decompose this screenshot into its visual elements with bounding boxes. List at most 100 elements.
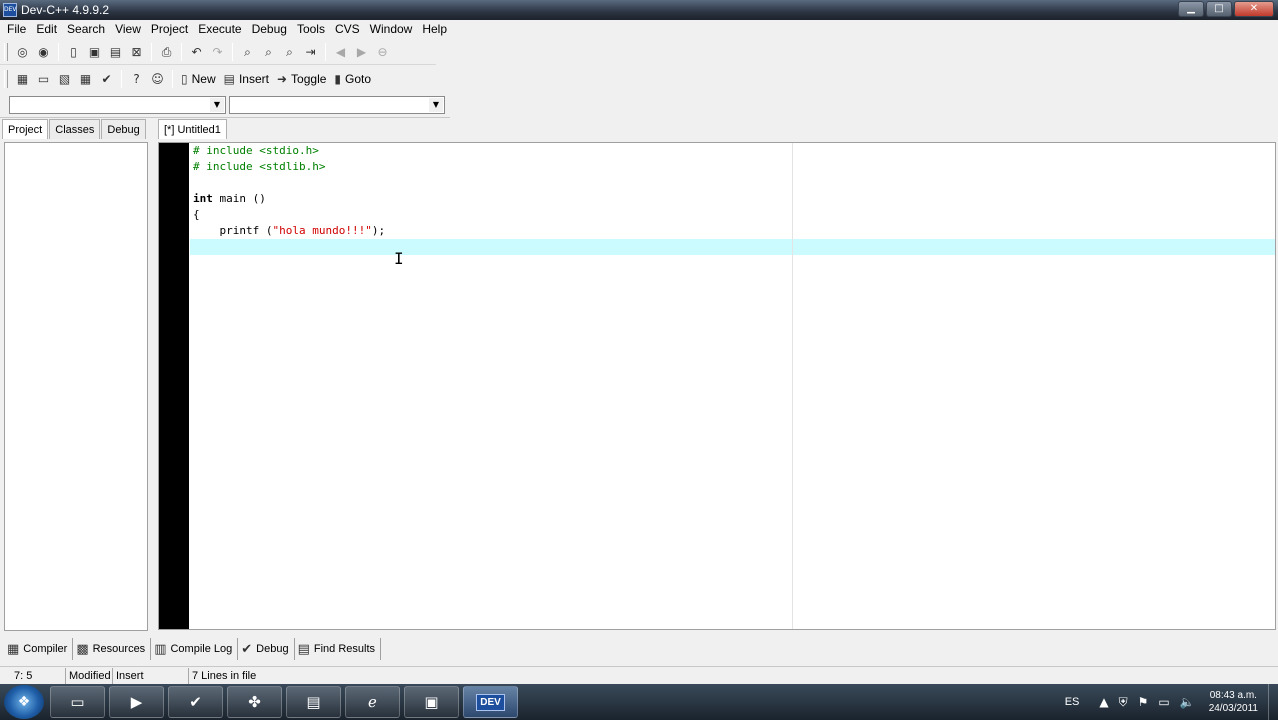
start-button[interactable]: ❖	[4, 685, 44, 719]
find-next-icon[interactable]: ⌕	[279, 42, 300, 63]
chart-icon: ▤	[306, 693, 321, 711]
line-count: 7 Lines in file	[192, 669, 257, 682]
chevron-down-icon[interactable]: ▼	[429, 98, 443, 112]
goto-button[interactable]: ▮ Goto	[330, 68, 375, 89]
chevron-down-icon[interactable]: ▼	[210, 98, 224, 112]
preprocessor-directive: # include <stdio.h>	[193, 144, 319, 157]
taskbar-explorer[interactable]: ▭	[50, 686, 105, 718]
network-icon[interactable]: ▭	[1158, 695, 1169, 709]
tab-compiler-label: Compiler	[23, 643, 68, 655]
save-icon[interactable]: ▣	[84, 42, 105, 63]
run-icon[interactable]: ▭	[33, 68, 54, 89]
remove-icon[interactable]: ⊖	[372, 42, 393, 63]
volume-icon[interactable]: 🔈	[1180, 695, 1195, 709]
compile-run-icon[interactable]: ▧	[54, 68, 75, 89]
print-icon[interactable]: ⎙	[156, 42, 177, 63]
menu-project[interactable]: Project	[146, 20, 193, 39]
menu-tools[interactable]: Tools	[292, 20, 330, 39]
check-syntax-icon[interactable]: ✔	[96, 68, 117, 89]
menu-execute[interactable]: Execute	[193, 20, 246, 39]
tab-compile-log[interactable]: ▥ Compile Log	[151, 638, 239, 660]
tab-debug[interactable]: Debug	[101, 119, 146, 139]
tab-debug-output[interactable]: ✔ Debug	[238, 638, 295, 660]
about-icon[interactable]: ☺	[147, 68, 168, 89]
toggle-button-label: Toggle	[291, 71, 327, 86]
taskbar-media-player[interactable]: ▶	[109, 686, 164, 718]
editor-gutter[interactable]	[159, 143, 189, 629]
security-icon[interactable]: ⛨	[1119, 695, 1128, 710]
code-line: # include <stdio.h>	[193, 143, 1275, 159]
goto-line-icon[interactable]: ⇥	[300, 42, 321, 63]
menu-view[interactable]: View	[110, 20, 146, 39]
title-bar: DEV Dev-C++ 4.9.9.2 ▁ □ ✕	[0, 0, 1278, 20]
tab-resources[interactable]: ▩ Resources	[73, 638, 152, 660]
insert-button[interactable]: ▤ Insert	[220, 68, 273, 89]
tab-classes[interactable]: Classes	[49, 119, 101, 139]
toggle-button[interactable]: ➜ Toggle	[273, 68, 330, 89]
open-project-icon[interactable]: ◎	[12, 42, 33, 63]
show-hidden-icons-icon[interactable]: ▲	[1099, 695, 1108, 709]
close-button[interactable]: ✕	[1234, 1, 1274, 17]
menu-search[interactable]: Search	[62, 20, 110, 39]
toolbar-separator	[172, 69, 173, 88]
back-icon[interactable]: ◀	[330, 42, 351, 63]
menu-window[interactable]: Window	[365, 20, 418, 39]
menu-file[interactable]: File	[2, 20, 31, 39]
rebuild-icon[interactable]: ▦	[75, 68, 96, 89]
tab-untitled1[interactable]: [*] Untitled1	[158, 119, 227, 139]
flag-icon[interactable]: ⚑	[1138, 695, 1149, 709]
keyword: int	[193, 192, 213, 205]
code-text[interactable]: # include <stdio.h> # include <stdlib.h>…	[193, 143, 1275, 255]
close-project-icon[interactable]: ◉	[33, 42, 54, 63]
toolbar-grip[interactable]	[4, 43, 8, 61]
app-icon: DEV	[3, 3, 17, 17]
find-results-icon: ▤	[297, 641, 310, 657]
find-icon[interactable]: ⌕	[237, 42, 258, 63]
network-icon: ✤	[248, 693, 261, 711]
language-indicator[interactable]: ES	[1065, 696, 1080, 708]
menu-debug[interactable]: Debug	[247, 20, 292, 39]
toolbar-separator	[121, 69, 122, 88]
window-app-icon: ▣	[424, 693, 439, 711]
minimize-button[interactable]: ▁	[1178, 1, 1204, 17]
tab-compiler[interactable]: ▦ Compiler	[4, 638, 74, 660]
compile-icon[interactable]: ▦	[12, 68, 33, 89]
taskbar-internet-explorer[interactable]: ℯ	[345, 686, 400, 718]
panel-splitter[interactable]	[150, 142, 155, 632]
taskbar-app-check[interactable]: ✔	[168, 686, 223, 718]
taskbar-dev-cpp[interactable]: DEV	[463, 686, 518, 718]
menu-cvs[interactable]: CVS	[330, 20, 365, 39]
taskbar-chart-app[interactable]: ▤	[286, 686, 341, 718]
taskbar-blue-app[interactable]: ▣	[404, 686, 459, 718]
preprocessor-directive: # include <stdlib.h>	[193, 160, 326, 173]
new-file-icon[interactable]: ▯	[63, 42, 84, 63]
tab-debug-output-label: Debug	[256, 643, 289, 655]
replace-icon[interactable]: ⌕	[258, 42, 279, 63]
help-icon[interactable]: ?	[126, 68, 147, 89]
menu-help[interactable]: Help	[417, 20, 452, 39]
bookmark-toggle-icon: ➜	[276, 71, 288, 86]
tab-project[interactable]: Project	[2, 119, 49, 139]
forward-icon[interactable]: ▶	[351, 42, 372, 63]
class-combo[interactable]: ▼	[9, 96, 226, 114]
maximize-button[interactable]: □	[1206, 1, 1232, 17]
function-combo[interactable]: ▼	[229, 96, 445, 114]
menu-edit[interactable]: Edit	[31, 20, 62, 39]
undo-icon[interactable]: ↶	[186, 42, 207, 63]
tab-find-results[interactable]: ▤ Find Results	[295, 638, 382, 660]
text-cursor-icon: I	[394, 249, 404, 268]
bookmark-goto-icon: ▮	[334, 71, 342, 86]
code-editor[interactable]: # include <stdio.h> # include <stdlib.h>…	[158, 142, 1276, 630]
cursor-position: 7: 5	[0, 667, 66, 684]
redo-icon[interactable]: ↷	[207, 42, 228, 63]
clock[interactable]: 08:43 a.m. 24/03/2011	[1209, 689, 1258, 715]
taskbar-network-app[interactable]: ✤	[227, 686, 282, 718]
show-desktop-button[interactable]	[1268, 684, 1278, 720]
close-file-icon[interactable]: ⊠	[126, 42, 147, 63]
class-browser-bar: ▼ ▼	[0, 91, 450, 118]
toolbar-grip[interactable]	[4, 69, 8, 88]
new-button[interactable]: ▯ New	[177, 68, 220, 89]
project-browser[interactable]	[4, 142, 148, 631]
save-all-icon[interactable]: ▤	[105, 42, 126, 63]
menu-bar: File Edit Search View Project Execute De…	[0, 20, 1278, 39]
